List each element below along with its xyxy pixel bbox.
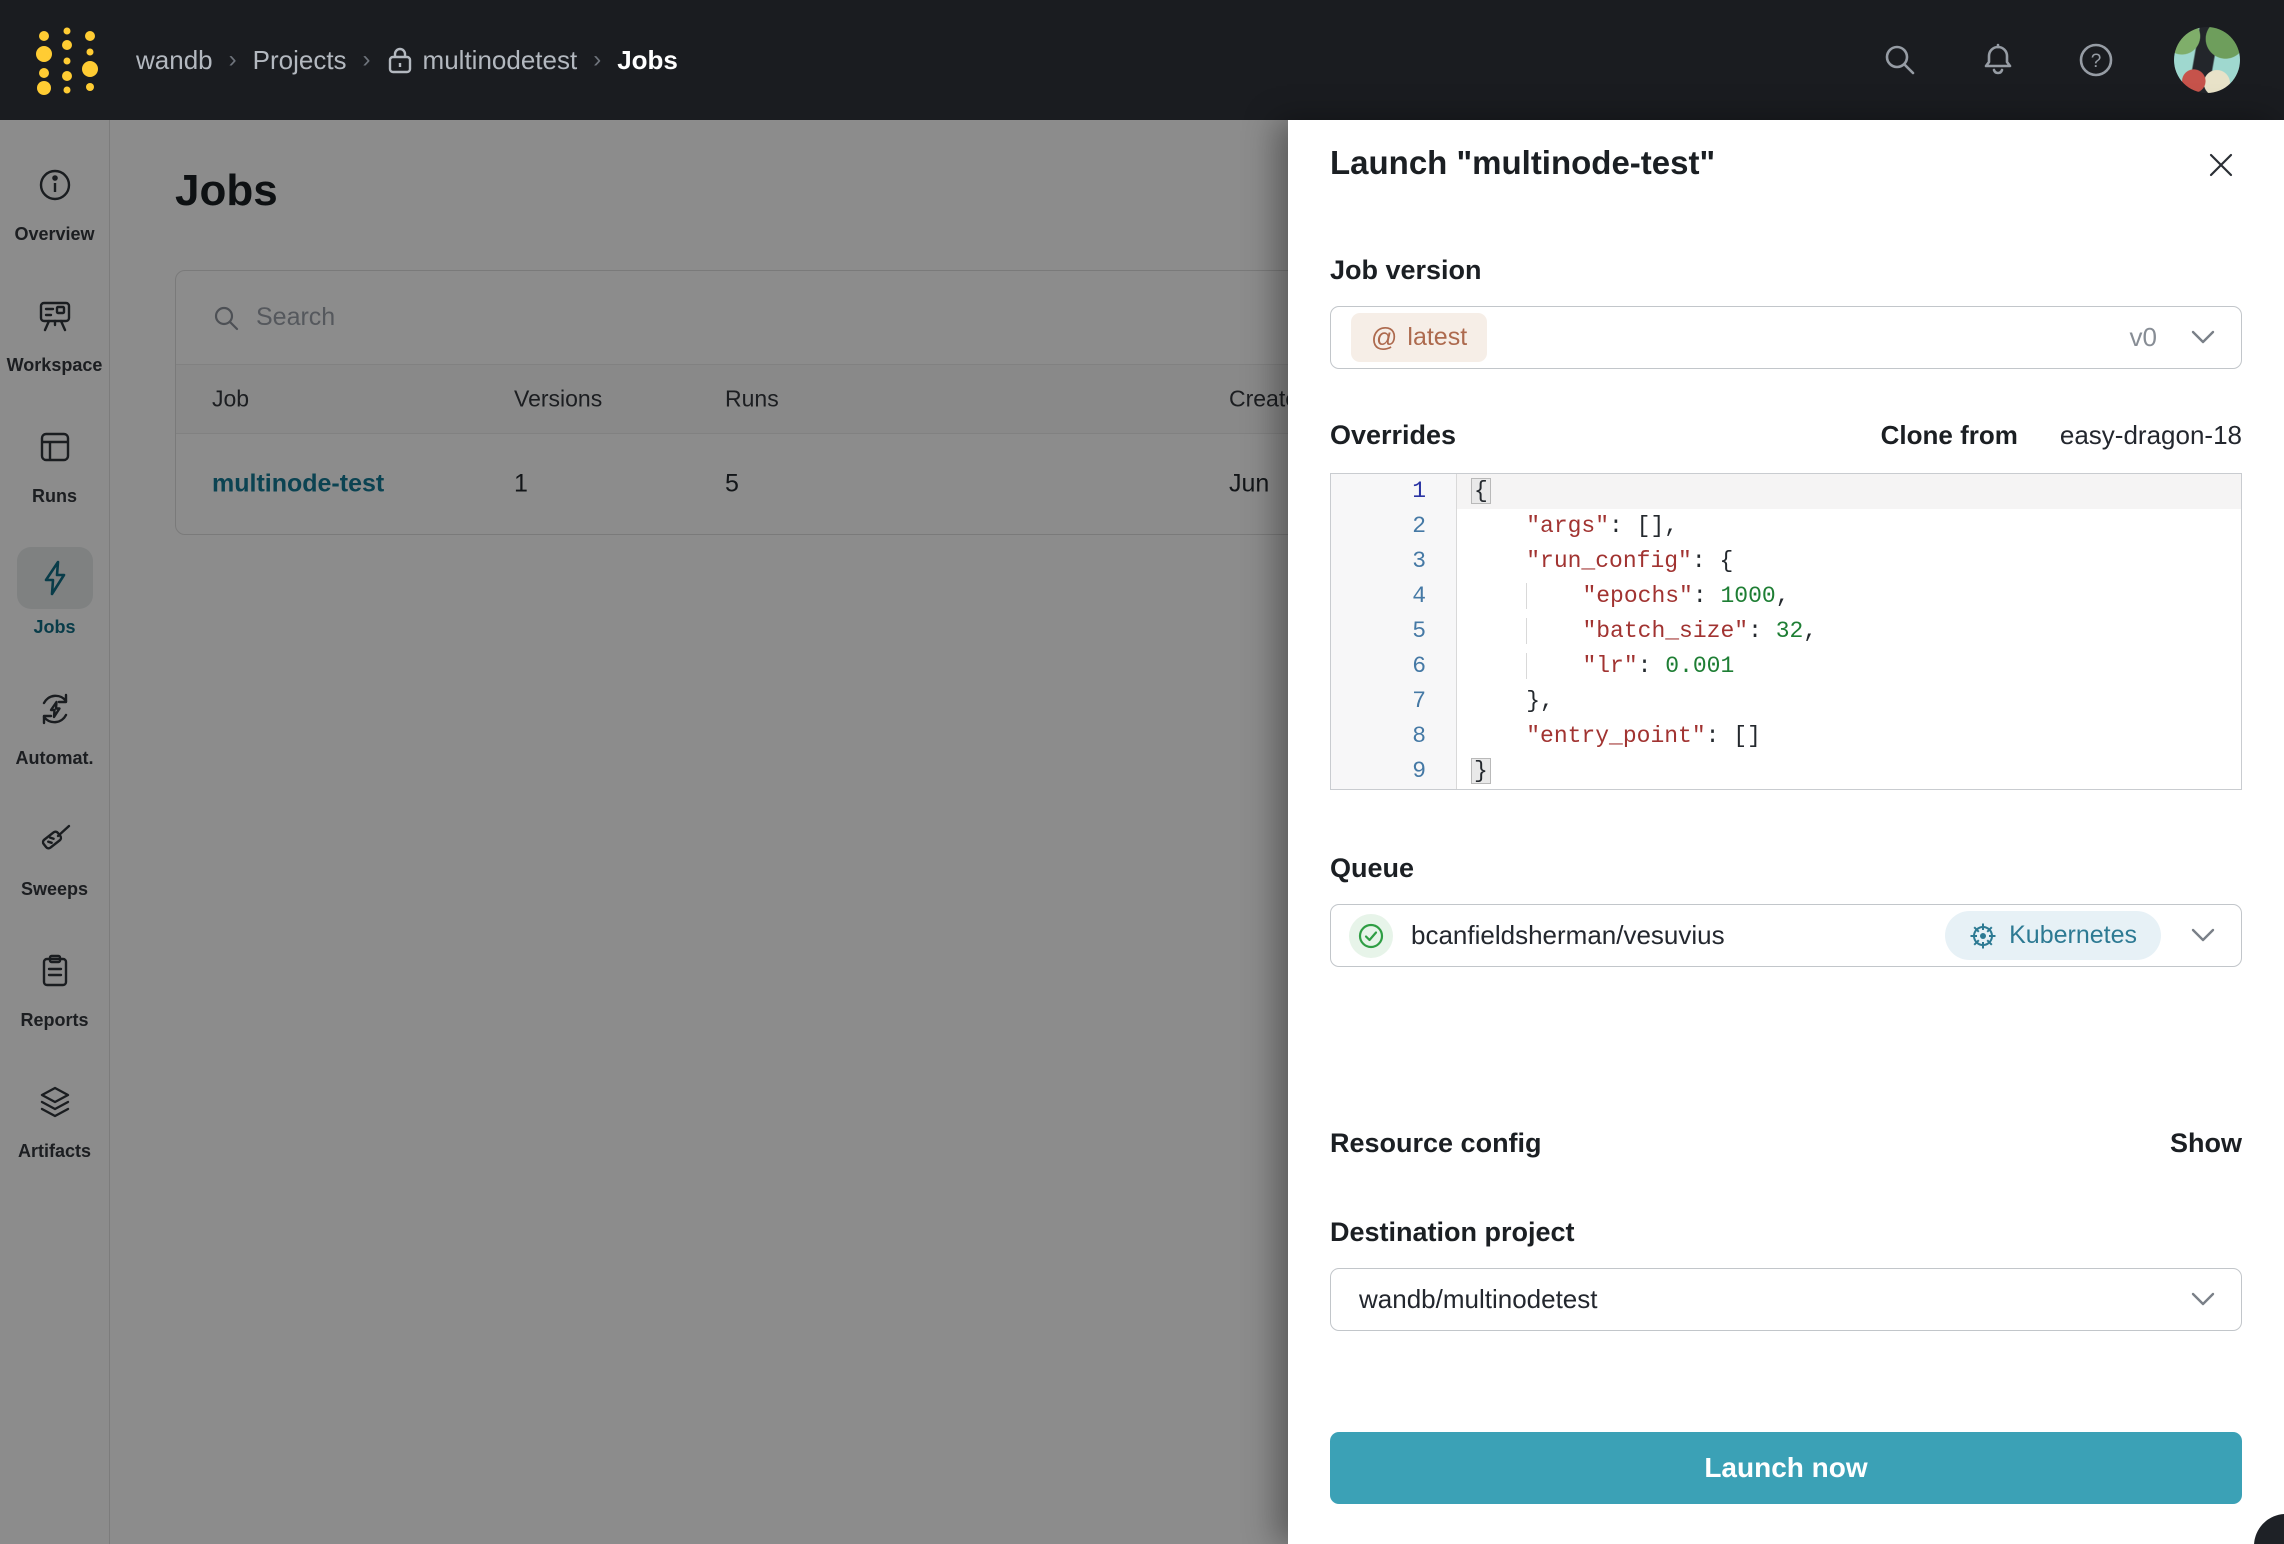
- breadcrumb-separator: ›: [593, 46, 602, 73]
- chevron-down-icon: [2191, 1292, 2215, 1307]
- kubernetes-helm-icon: [1969, 922, 1997, 950]
- notifications-bell-icon[interactable]: [1978, 40, 2018, 80]
- launch-now-button[interactable]: Launch now: [1330, 1432, 2242, 1504]
- queue-label: Queue: [1330, 853, 1415, 883]
- svg-text:?: ?: [2091, 51, 2102, 72]
- clone-from-run-select[interactable]: easy-dragon-18: [2060, 420, 2242, 451]
- queue-select[interactable]: bcanfieldsherman/vesuvius Kubernetes: [1330, 904, 2242, 967]
- wandb-logo-icon[interactable]: [32, 23, 104, 97]
- resource-config-row: Resource config Show: [1330, 1128, 2242, 1159]
- lock-icon: [387, 45, 413, 75]
- kubernetes-badge: Kubernetes: [1945, 911, 2161, 960]
- at-sign-icon: @: [1371, 322, 1398, 352]
- destination-project-select[interactable]: wandb/multinodetest: [1330, 1268, 2242, 1331]
- queue-active-check-icon: [1349, 913, 1393, 958]
- destination-project-label: Destination project: [1330, 1217, 1575, 1247]
- breadcrumb-projects[interactable]: Projects: [253, 45, 347, 76]
- queue-value: bcanfieldsherman/vesuvius: [1411, 920, 1725, 950]
- breadcrumb-project[interactable]: multinodetest: [387, 45, 577, 76]
- resource-config-show-toggle[interactable]: Show: [2170, 1128, 2242, 1159]
- launch-drawer: Launch "multinode-test" Job version @ la…: [1288, 120, 2284, 1544]
- app-root: wandb › Projects › multinodetest › Jobs: [0, 0, 2284, 1544]
- clone-from-label: Clone from: [1880, 420, 2018, 450]
- breadcrumb: wandb › Projects › multinodetest › Jobs: [136, 45, 678, 76]
- overrides-row: Overrides Clone from easy-dragon-18: [1330, 420, 2242, 451]
- version-value: v0: [2129, 322, 2157, 352]
- breadcrumb-wandb[interactable]: wandb: [136, 45, 213, 76]
- navbar-actions: ?: [1880, 27, 2240, 93]
- overrides-label: Overrides: [1330, 420, 1457, 450]
- chevron-down-icon: [2191, 330, 2215, 345]
- top-navbar: wandb › Projects › multinodetest › Jobs: [0, 0, 2284, 120]
- job-version-label: Job version: [1330, 255, 1482, 285]
- search-icon[interactable]: [1880, 40, 1920, 80]
- overrides-editor[interactable]: 1{2 "args": [], 3 "run_config": {4 "epoch…: [1330, 473, 2242, 790]
- close-icon[interactable]: [2202, 146, 2240, 184]
- destination-project-value: wandb/multinodetest: [1359, 1284, 1598, 1314]
- job-version-select[interactable]: @ latest v0: [1330, 306, 2242, 369]
- resource-config-label: Resource config: [1330, 1128, 1542, 1158]
- breadcrumb-separator: ›: [362, 46, 371, 73]
- chevron-down-icon: [2191, 928, 2215, 943]
- drawer-title: Launch "multinode-test": [1330, 144, 1716, 181]
- overrides-editor-code: 1{2 "args": [], 3 "run_config": {4 "epoch…: [1331, 474, 2241, 789]
- avatar[interactable]: [2174, 27, 2240, 93]
- breadcrumb-jobs[interactable]: Jobs: [617, 45, 678, 76]
- help-icon[interactable]: ?: [2076, 40, 2116, 80]
- breadcrumb-separator: ›: [228, 46, 237, 73]
- latest-alias-badge: @ latest: [1351, 313, 1488, 362]
